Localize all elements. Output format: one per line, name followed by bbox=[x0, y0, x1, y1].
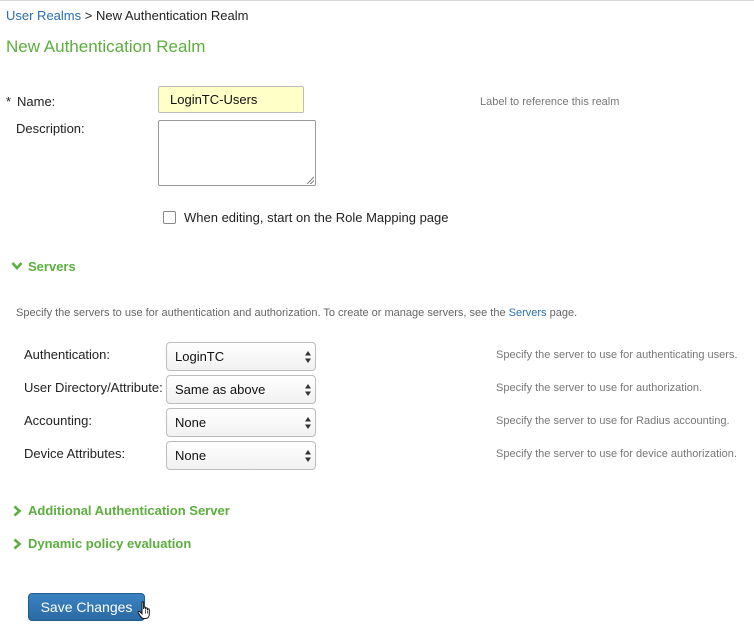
device-attributes-select-value: None bbox=[175, 448, 207, 463]
dynamic-policy-toggle[interactable]: Dynamic policy evaluation bbox=[12, 536, 192, 552]
role-mapping-checkbox[interactable] bbox=[163, 211, 176, 224]
device-attributes-label: Device Attributes: bbox=[24, 446, 126, 461]
authentication-hint: Specify the server to use for authentica… bbox=[496, 349, 738, 361]
servers-intro-text: Specify the servers to use for authentic… bbox=[16, 307, 509, 319]
servers-intro-suffix: page. bbox=[546, 307, 578, 319]
page-title: New Authentication Realm bbox=[6, 37, 206, 56]
resize-grip-icon[interactable] bbox=[307, 177, 314, 184]
servers-link[interactable]: Servers bbox=[509, 307, 547, 319]
accounting-select-value: None bbox=[175, 415, 207, 430]
authentication-select[interactable]: LoginTC bbox=[166, 342, 316, 371]
hand-pointer-icon bbox=[137, 601, 150, 619]
breadcrumb: User Realms > New Authentication Realm bbox=[6, 8, 248, 23]
name-hint: Label to reference this realm bbox=[480, 96, 620, 108]
user-directory-select-value: Same as above bbox=[175, 382, 266, 397]
chevron-right-icon bbox=[13, 505, 22, 517]
device-attributes-hint: Specify the server to use for device aut… bbox=[496, 448, 737, 460]
breadcrumb-separator: > bbox=[81, 8, 96, 23]
description-label: Description: bbox=[16, 121, 85, 136]
breadcrumb-current: New Authentication Realm bbox=[95, 8, 249, 23]
servers-intro: Specify the servers to use for authentic… bbox=[16, 307, 577, 319]
description-textarea[interactable] bbox=[158, 120, 316, 186]
breadcrumb-link-user-realms[interactable]: User Realms bbox=[6, 8, 81, 23]
chevron-down-icon bbox=[11, 262, 23, 270]
device-attributes-select[interactable]: None bbox=[166, 441, 316, 470]
name-label: Name: bbox=[17, 94, 56, 109]
sort-arrows-icon bbox=[305, 384, 311, 396]
sort-arrows-icon bbox=[305, 417, 311, 429]
servers-heading: Servers bbox=[28, 259, 76, 274]
name-input[interactable]: LoginTC-Users bbox=[158, 86, 304, 113]
chevron-right-icon bbox=[13, 538, 22, 550]
user-directory-label: User Directory/Attribute: bbox=[24, 380, 163, 395]
authentication-select-value: LoginTC bbox=[175, 349, 225, 364]
sort-arrows-icon bbox=[305, 450, 311, 462]
user-directory-hint: Specify the server to use for authorizat… bbox=[496, 382, 703, 394]
additional-auth-server-toggle[interactable]: Additional Authentication Server bbox=[12, 503, 230, 519]
accounting-hint: Specify the server to use for Radius acc… bbox=[496, 415, 730, 427]
name-required-mark: * bbox=[6, 94, 12, 109]
accounting-select[interactable]: None bbox=[166, 408, 316, 437]
top-divider bbox=[0, 0, 754, 1]
user-directory-select[interactable]: Same as above bbox=[166, 375, 316, 404]
additional-auth-server-heading: Additional Authentication Server bbox=[28, 503, 230, 518]
dynamic-policy-heading: Dynamic policy evaluation bbox=[28, 536, 192, 551]
sort-arrows-icon bbox=[305, 351, 311, 363]
servers-section-toggle[interactable]: Servers bbox=[11, 259, 81, 275]
role-mapping-checkbox-label: When editing, start on the Role Mapping … bbox=[184, 210, 449, 225]
save-changes-button[interactable]: Save Changes bbox=[28, 593, 145, 621]
accounting-label: Accounting: bbox=[24, 413, 92, 428]
authentication-label: Authentication: bbox=[24, 347, 111, 362]
